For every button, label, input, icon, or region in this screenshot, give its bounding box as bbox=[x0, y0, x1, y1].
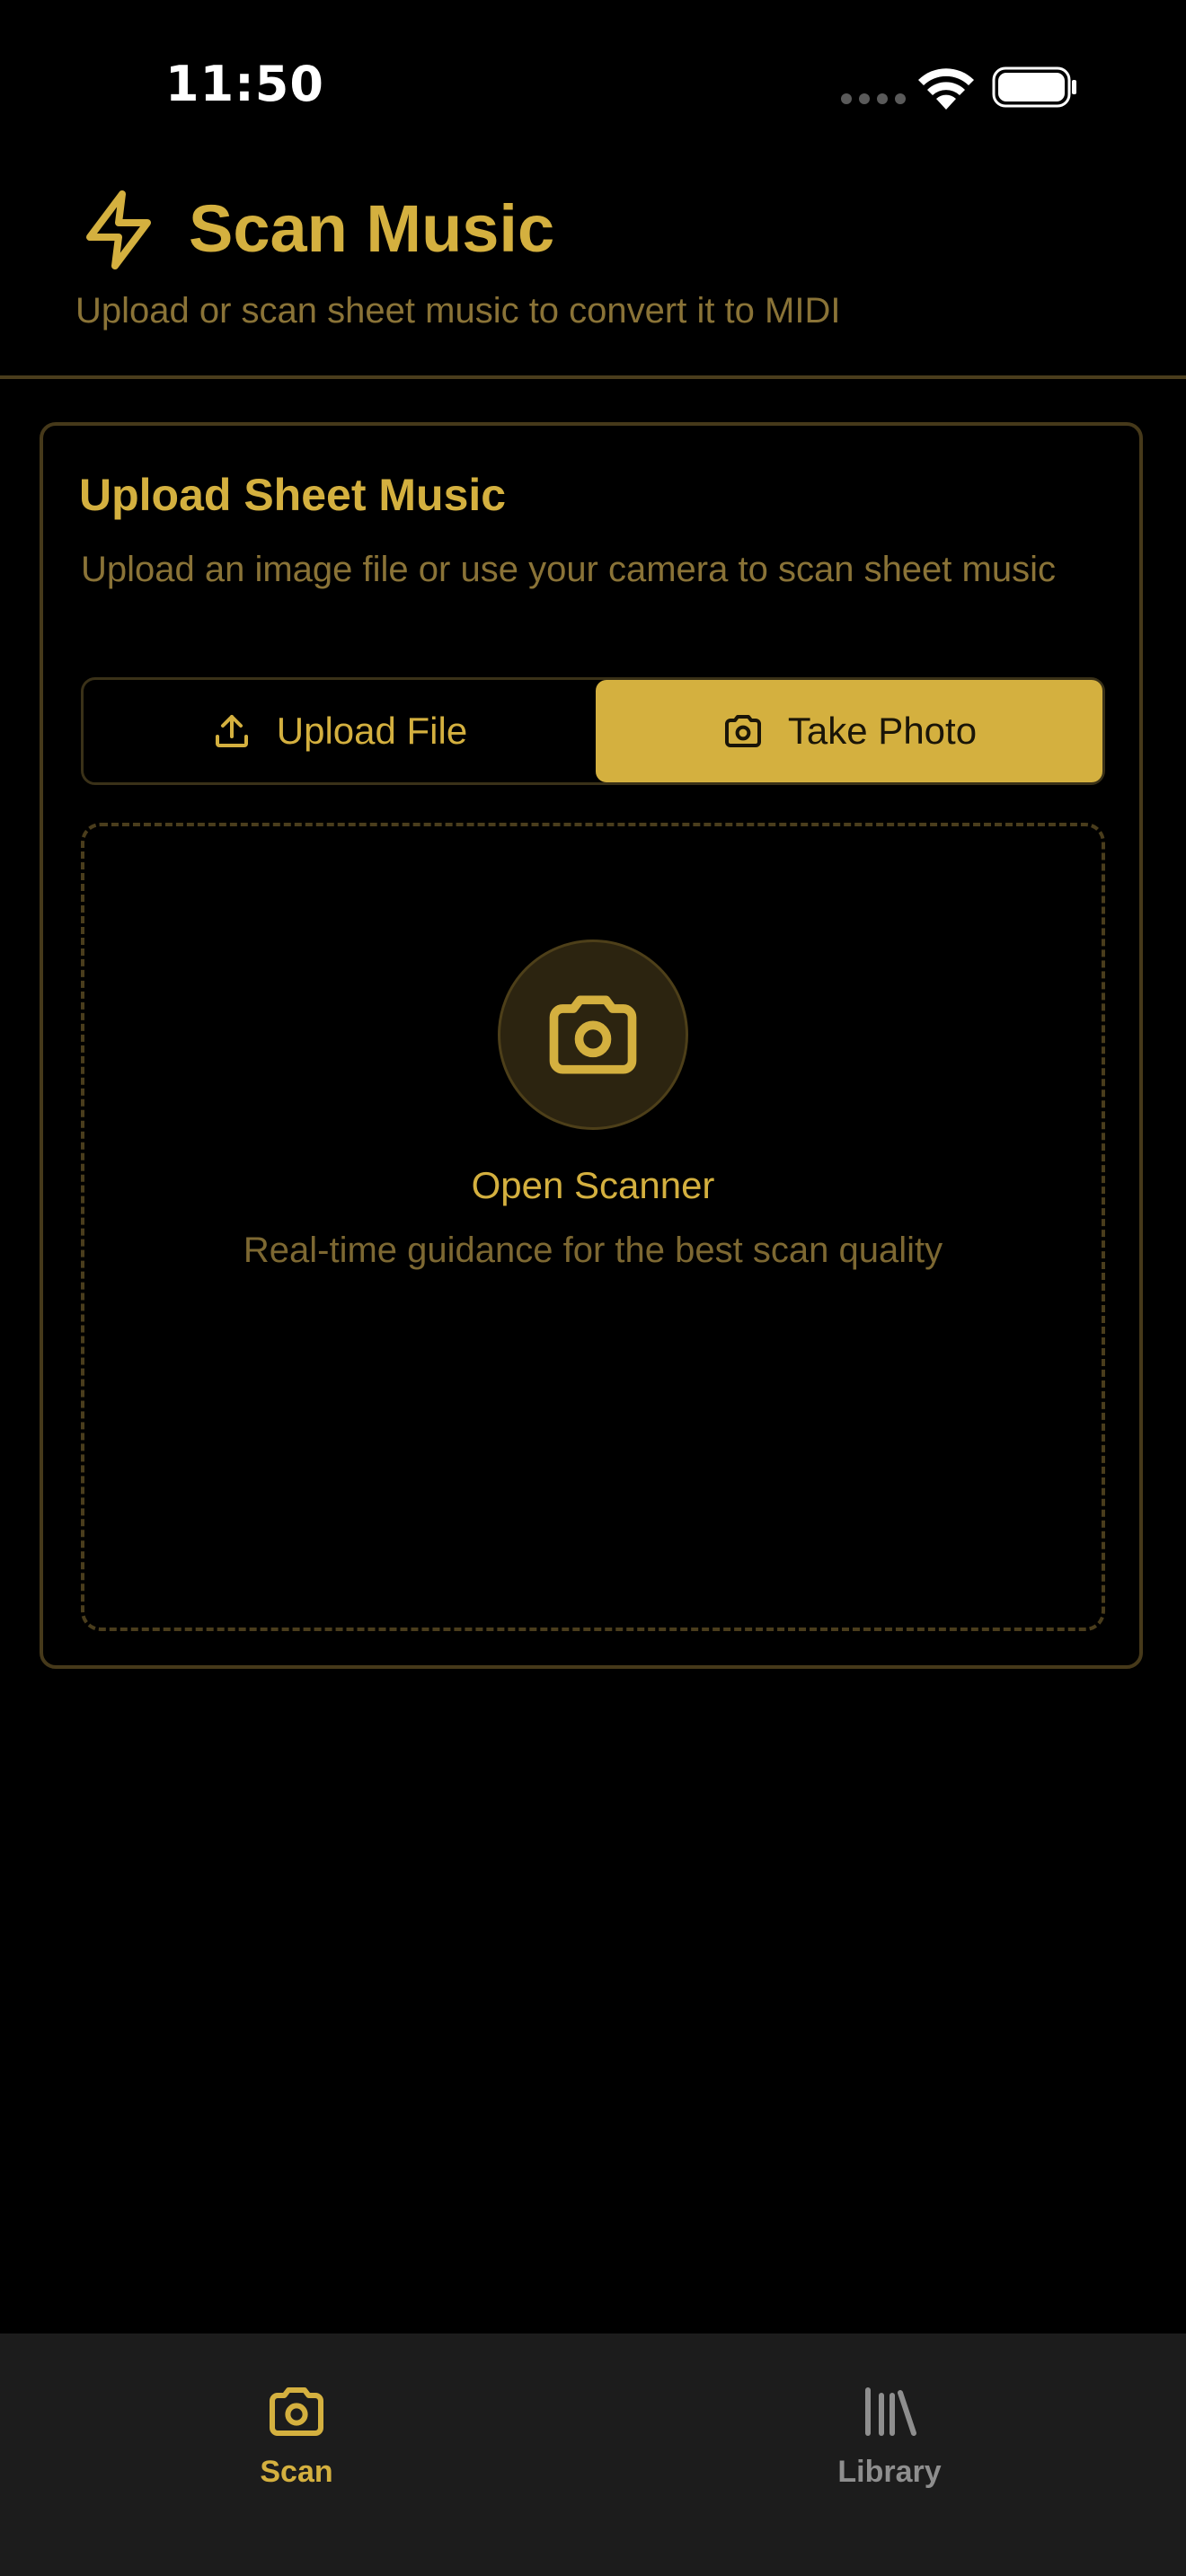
tab-scan-label: Scan bbox=[260, 2454, 333, 2489]
camera-icon bbox=[724, 715, 761, 747]
open-scanner-label[interactable]: Open Scanner bbox=[0, 1164, 1186, 1207]
cellular-signal-icon bbox=[841, 93, 906, 104]
open-scanner-button[interactable] bbox=[498, 940, 688, 1130]
card-title: Upload Sheet Music bbox=[79, 470, 507, 520]
upload-file-label: Upload File bbox=[276, 710, 468, 752]
tab-bar: Scan Library bbox=[0, 2333, 1186, 2576]
scanner-hint: Real-time guidance for the best scan qua… bbox=[243, 1231, 943, 1270]
page-header: Scan Music Upload or scan sheet music to… bbox=[0, 171, 1186, 379]
page-title: Scan Music bbox=[189, 191, 555, 266]
take-photo-label: Take Photo bbox=[787, 710, 978, 752]
source-segmented-control: Upload File Take Photo bbox=[81, 677, 1105, 785]
take-photo-button[interactable]: Take Photo bbox=[596, 680, 1102, 782]
library-icon bbox=[865, 2386, 916, 2436]
card-description: Upload an image file or use your camera … bbox=[81, 550, 1056, 589]
tab-library[interactable]: Library bbox=[593, 2333, 1186, 2513]
wifi-icon bbox=[918, 68, 974, 110]
upload-file-button[interactable]: Upload File bbox=[84, 680, 594, 782]
tab-library-label: Library bbox=[837, 2454, 942, 2489]
tab-scan[interactable]: Scan bbox=[0, 2333, 593, 2513]
upload-icon bbox=[215, 715, 248, 747]
camera-icon bbox=[270, 2386, 323, 2436]
status-bar: 11:50 bbox=[0, 0, 1186, 171]
status-time: 11:50 bbox=[165, 56, 324, 112]
battery-icon bbox=[992, 66, 1076, 108]
lightning-icon bbox=[86, 190, 151, 269]
camera-icon bbox=[549, 995, 637, 1074]
page-subtitle: Upload or scan sheet music to convert it… bbox=[75, 291, 841, 331]
header-divider bbox=[0, 375, 1186, 379]
